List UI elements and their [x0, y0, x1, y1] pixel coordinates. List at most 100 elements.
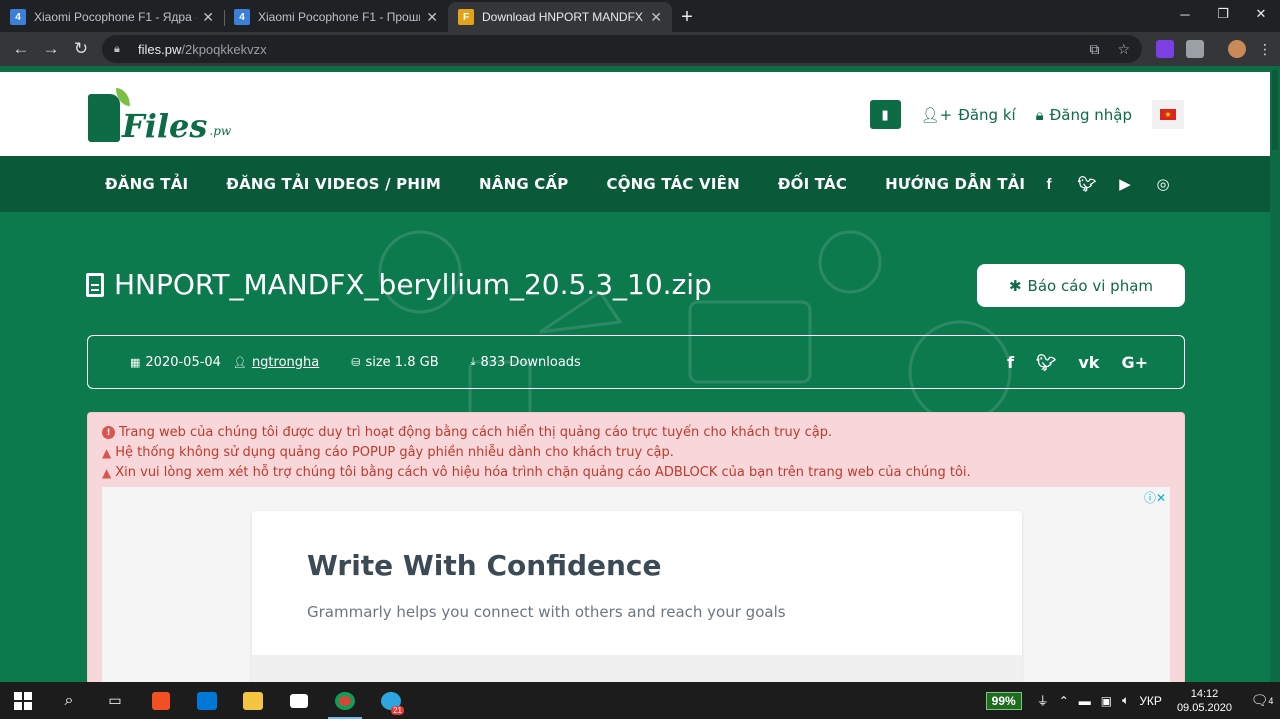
address-bar[interactable]: 🔒︎ files.pw/2kpoqkkekvzx ⧉ ☆ [102, 35, 1142, 63]
exclamation-circle-icon: ! [102, 426, 115, 439]
files-icon: F [458, 9, 474, 25]
upload-date: ▦ 2020-05-04 [130, 355, 221, 370]
vk-icon[interactable]: vk [1078, 353, 1099, 372]
uploader-link[interactable]: ngtrongha [252, 355, 319, 370]
nav-download-guide[interactable]: HƯỚNG DẪN TẢI [866, 175, 1044, 193]
file-name: HNPORT_MANDFX_beryllium_20.5.3_10.zip [114, 268, 712, 301]
nav-affiliate[interactable]: CỘNG TÁC VIÊN [588, 175, 759, 193]
mail-button[interactable] [184, 682, 230, 719]
header-actions: ▮ 👤︎+ Đăng kí 🔒︎ Đăng nhập ★ [869, 100, 1184, 129]
app-button[interactable] [276, 682, 322, 719]
close-icon[interactable]: ✕ [202, 9, 214, 26]
facebook-icon[interactable]: f [1007, 353, 1014, 372]
notice-text: Trang web của chúng tôi được duy trì hoạ… [119, 425, 833, 440]
close-window-icon[interactable]: ✕ [1242, 0, 1280, 28]
scrollbar-thumb[interactable] [1272, 70, 1278, 150]
youtube-icon[interactable]: ▶ [1115, 174, 1135, 194]
language-indicator[interactable]: УКР [1139, 694, 1162, 708]
plug-icon: ⏚ [1036, 694, 1049, 708]
minimize-icon[interactable]: ─ [1166, 0, 1204, 28]
notice-line: ! Trang web của chúng tôi được duy trì h… [102, 425, 1170, 440]
explorer-button[interactable] [230, 682, 276, 719]
vietnam-flag-icon: ★ [1160, 109, 1176, 120]
back-icon[interactable]: ← [6, 34, 36, 64]
ad-container: ⓘ✕ Write With Confidence Grammarly helps… [102, 487, 1170, 682]
tab-strip: 4 Xiaomi Pocophone F1 - Ядра - 4P ✕ 4 Xi… [0, 0, 1280, 32]
user-icon: 👤︎ [232, 355, 247, 369]
register-label: Đăng kí [958, 105, 1016, 124]
register-link[interactable]: 👤︎+ Đăng kí [921, 106, 1016, 124]
nav-partners[interactable]: ĐỐI TÁC [759, 175, 866, 193]
forward-icon[interactable]: → [36, 34, 66, 64]
user-plus-icon: 👤︎+ [920, 105, 953, 124]
nav-upload[interactable]: ĐĂNG TẢI [86, 175, 207, 193]
battery-indicator[interactable]: 99% [985, 691, 1022, 710]
system-tray: 99% ⏚ ⌃ ▬ ▣ 🔈︎ УКР 14:12 09.05.2020 🗨︎ 4 [985, 682, 1280, 719]
bookmark-button[interactable]: ▮ [869, 100, 901, 129]
ad-card[interactable]: Write With Confidence Grammarly helps yo… [252, 511, 1022, 682]
clock[interactable]: 14:12 09.05.2020 [1177, 687, 1232, 715]
store-button[interactable] [138, 682, 184, 719]
nav-upload-videos[interactable]: ĐĂNG TẢI VIDEOS / PHIM [207, 175, 460, 193]
close-icon[interactable]: ✕ [650, 9, 662, 26]
folder-icon [243, 691, 263, 710]
car-icon[interactable]: ▬ [1079, 694, 1091, 708]
maximize-icon[interactable]: ❐ [1204, 0, 1242, 28]
extension-icon[interactable] [1156, 40, 1174, 58]
facebook-icon[interactable]: f [1039, 174, 1059, 194]
star-icon[interactable]: ☆ [1117, 41, 1130, 58]
network-icon[interactable]: ▣ [1101, 694, 1112, 708]
nav-upgrade[interactable]: NÂNG CẤP [460, 175, 587, 193]
browser-tab-active[interactable]: F Download HNPORT MANDFX beryl ✕ [448, 2, 672, 32]
twitter-icon[interactable]: 🐦︎ [1077, 174, 1097, 194]
language-selector[interactable]: ★ [1152, 100, 1184, 129]
search-button[interactable]: ⌕ [46, 682, 92, 719]
window-controls: ─ ❐ ✕ [1166, 0, 1280, 28]
notification-icon: 🗨︎ [1250, 692, 1269, 708]
uploader[interactable]: 👤︎ ngtrongha [233, 355, 319, 370]
calendar-icon: ▦ [130, 355, 141, 369]
file-section: HNPORT_MANDFX_beryllium_20.5.3_10.zip ✱ … [0, 212, 1270, 682]
time: 14:12 [1190, 687, 1219, 700]
store-icon [152, 691, 170, 710]
ad-info-icon[interactable]: ⓘ✕ [1144, 489, 1166, 506]
notification-count: 4 [1268, 695, 1274, 706]
twitter-icon[interactable]: 🐦︎ [1036, 353, 1056, 372]
reload-icon[interactable]: ↻ [66, 34, 96, 64]
extension-icon[interactable] [1186, 40, 1204, 58]
browser-tab[interactable]: 4 Xiaomi Pocophone F1 - Ядра - 4P ✕ [0, 2, 224, 32]
logo-suffix: .pw [209, 124, 232, 138]
lock-icon: 🔒︎ [114, 42, 120, 55]
main-nav: ĐĂNG TẢI ĐĂNG TẢI VIDEOS / PHIM NÂNG CẤP… [0, 156, 1270, 212]
page-scrollbar[interactable] [1270, 66, 1280, 682]
telegram-button[interactable]: 21 [368, 682, 414, 719]
close-icon[interactable]: ✕ [426, 9, 438, 26]
4pda-icon: 4 [234, 9, 250, 25]
instagram-icon[interactable]: ◎ [1153, 174, 1173, 194]
notification-center[interactable]: 🗨︎ 4 [1244, 692, 1280, 709]
new-tab-button[interactable]: + [672, 2, 702, 32]
login-link[interactable]: 🔒︎ Đăng nhập [1036, 106, 1132, 124]
translate-icon[interactable]: ⧉ [1089, 41, 1099, 58]
menu-icon[interactable]: ⋮ [1258, 40, 1272, 58]
avatar[interactable] [1228, 40, 1246, 58]
file-size: ⛁ size 1.8 GB [351, 355, 438, 370]
4pda-icon: 4 [10, 9, 26, 25]
chrome-icon [335, 691, 355, 710]
volume-icon[interactable]: 🔈︎ [1122, 693, 1129, 708]
adblock-notice: ! Trang web của chúng tôi được duy trì h… [87, 412, 1185, 682]
chevron-up-icon[interactable]: ⌃ [1059, 694, 1069, 708]
report-abuse-button[interactable]: ✱ Báo cáo vi phạm [977, 264, 1185, 307]
download-count: ⤓ 833 Downloads [471, 355, 581, 370]
site-logo[interactable]: Files .pw [88, 88, 232, 142]
ad-headline: Write With Confidence [307, 549, 662, 582]
bug-icon: ✱ [1008, 276, 1022, 295]
url-host: files.pw [138, 41, 182, 57]
chrome-button[interactable] [322, 682, 368, 719]
start-button[interactable] [0, 682, 46, 719]
task-view-button[interactable]: ▭ [92, 682, 138, 719]
google-plus-icon[interactable]: G+ [1121, 353, 1148, 372]
browser-tab[interactable]: 4 Xiaomi Pocophone F1 - Прошивк ✕ [224, 2, 448, 32]
tab-title: Download HNPORT MANDFX beryl [482, 10, 644, 24]
ad-body: Grammarly helps you connect with others … [307, 603, 786, 621]
